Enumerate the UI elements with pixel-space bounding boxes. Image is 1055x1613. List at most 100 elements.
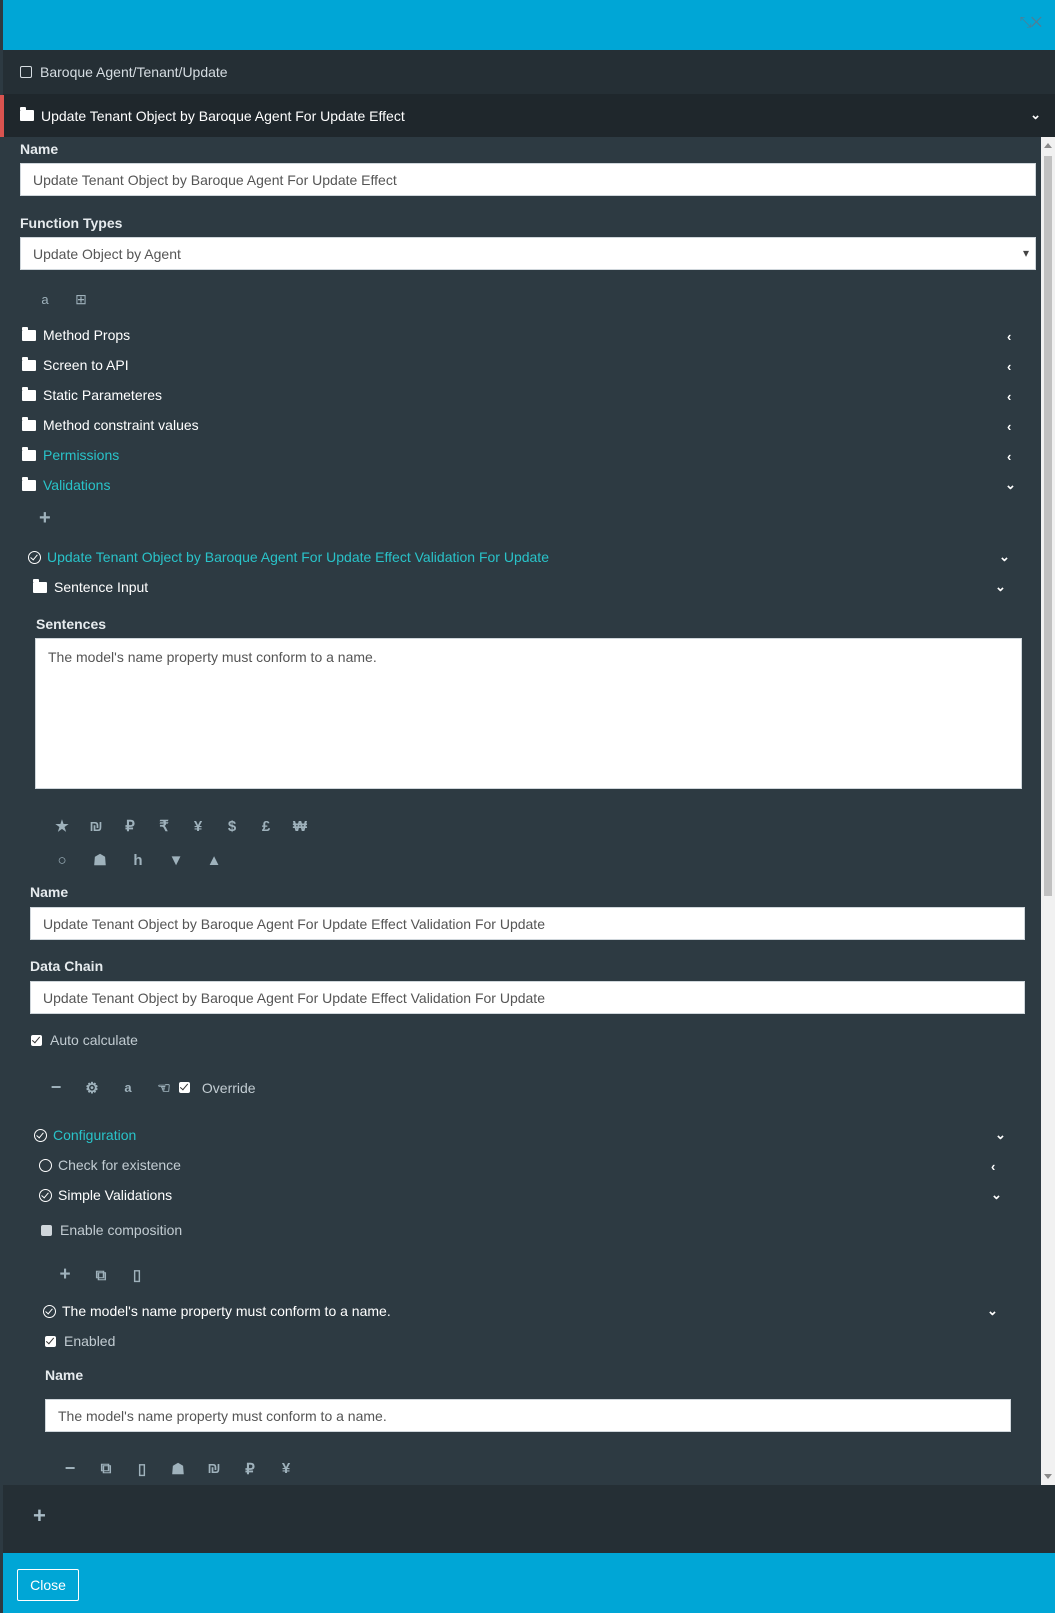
toolbar-icons: a ⊞	[37, 291, 89, 308]
scroll-up-icon[interactable]	[1044, 143, 1052, 148]
folder-icon	[22, 476, 36, 491]
check-existence-group[interactable]: Check for existence	[39, 1157, 181, 1173]
chevron-down-icon[interactable]: ⌄	[995, 579, 1006, 595]
minus-icon[interactable]: −	[47, 1077, 65, 1098]
folder-icon	[22, 356, 36, 371]
group-method-props[interactable]: Method Props	[22, 326, 130, 343]
rule-item[interactable]: The model's name property must conform t…	[43, 1303, 391, 1319]
plus-icon[interactable]: +	[57, 1264, 73, 1286]
plus-icon[interactable]: +	[33, 1503, 46, 1529]
page: ⤡✕ Baroque Agent/Tenant/Update Update Te…	[0, 0, 1055, 1613]
group-static-parameteres[interactable]: Static Parameteres	[22, 386, 162, 403]
chevron-left-icon[interactable]: ‹	[991, 1159, 995, 1174]
shekel-icon[interactable]: ₪	[85, 818, 107, 835]
section-header[interactable]: Update Tenant Object by Baroque Agent Fo…	[3, 94, 1055, 137]
chevron-left-icon[interactable]: ‹	[1007, 389, 1011, 404]
spy-icon[interactable]: ☗	[169, 1460, 187, 1478]
rule-title: The model's name property must conform t…	[62, 1303, 391, 1319]
close-button[interactable]: Close	[17, 1569, 79, 1601]
checkbox-checked[interactable]	[45, 1335, 56, 1347]
star-icon[interactable]: ★	[51, 817, 73, 835]
group-label: Method constraint values	[43, 417, 199, 433]
chevron-left-icon[interactable]: ‹	[1007, 359, 1011, 374]
rupee-icon[interactable]: ₹	[153, 817, 175, 835]
rule-name-input[interactable]: The model's name property must conform t…	[45, 1399, 1011, 1432]
function-types-select[interactable]: Update Object by Agent	[20, 237, 1036, 270]
chevron-down-icon[interactable]: ⌄	[999, 549, 1010, 565]
name-input[interactable]: Update Tenant Object by Baroque Agent Fo…	[20, 163, 1036, 196]
ruble-icon[interactable]: ₽	[241, 1460, 259, 1478]
section-title: Update Tenant Object by Baroque Agent Fo…	[41, 107, 405, 124]
won-icon[interactable]: ₩	[289, 818, 311, 835]
chevron-down-icon[interactable]: ⌄	[995, 1127, 1006, 1143]
name-label: Name	[20, 141, 59, 157]
group-screen-to-api[interactable]: Screen to API	[22, 356, 129, 373]
sentence-input-label: Sentence Input	[54, 579, 149, 595]
checkbox-checked[interactable]	[179, 1081, 190, 1093]
override-checkbox[interactable]: Override	[179, 1080, 256, 1096]
chevron-down-icon[interactable]: ⌄	[1005, 477, 1016, 493]
yen-icon[interactable]: ¥	[187, 818, 209, 835]
spy-icon[interactable]: ☗	[89, 851, 111, 869]
scroll-down-icon[interactable]	[1044, 1474, 1052, 1479]
pound-icon[interactable]: £	[255, 818, 277, 835]
validation-title: Update Tenant Object by Baroque Agent Fo…	[47, 549, 549, 565]
cogs-icon[interactable]: ⚙	[83, 1079, 101, 1097]
warning-icon[interactable]: ▲	[203, 852, 225, 869]
enabled-checkbox[interactable]: Enabled	[45, 1333, 115, 1349]
chevron-left-icon[interactable]: ‹	[1007, 329, 1011, 344]
sentences-textarea[interactable]: The model's name property must conform t…	[35, 638, 1022, 789]
chevron-down-icon[interactable]: ⌄	[987, 1303, 998, 1319]
chevron-left-icon[interactable]: ‹	[1007, 449, 1011, 464]
shekel-icon[interactable]: ₪	[205, 1460, 223, 1477]
circle-icon[interactable]: ○	[51, 852, 73, 869]
copy-icon[interactable]: ⧉	[97, 1460, 115, 1477]
yen-icon[interactable]: ¥	[277, 1460, 295, 1477]
hand-icon[interactable]: ☜	[155, 1079, 173, 1097]
enable-composition-checkbox[interactable]: Enable composition	[41, 1222, 182, 1238]
group-method-constraint-values[interactable]: Method constraint values	[22, 416, 199, 433]
close-icon[interactable]: ⤡✕	[1020, 14, 1042, 31]
group-validations[interactable]: Validations	[22, 476, 111, 493]
folder-icon	[20, 107, 34, 121]
group-label: Permissions	[43, 447, 120, 463]
configuration-group[interactable]: Configuration	[34, 1127, 136, 1143]
chevron-down-icon[interactable]: ⌄	[1030, 107, 1041, 123]
chair-icon[interactable]: h	[127, 852, 149, 869]
sentence-toolbar-2: ○ ☗ h ▼ ▲	[51, 851, 225, 870]
add-validation-button[interactable]: +	[39, 507, 51, 530]
amazon-icon[interactable]: a	[37, 292, 53, 307]
group-permissions[interactable]: Permissions	[22, 446, 120, 463]
data-chain-input[interactable]: Update Tenant Object by Baroque Agent Fo…	[30, 981, 1025, 1014]
sentence-input-group[interactable]: Sentence Input	[33, 578, 149, 595]
scrollbar[interactable]	[1041, 137, 1055, 1485]
clipboard-icon[interactable]: ▯	[133, 1460, 151, 1478]
copy-icon[interactable]: ⧉	[93, 1267, 109, 1284]
simple-validations-group[interactable]: Simple Validations	[39, 1187, 172, 1203]
amazon-icon[interactable]: a	[119, 1080, 137, 1095]
group-label: Validations	[43, 477, 111, 493]
dollar-icon[interactable]: $	[221, 818, 243, 835]
chevron-left-icon[interactable]: ‹	[1007, 419, 1011, 434]
filter-icon[interactable]: ▼	[165, 852, 187, 869]
sentence-toolbar: ★ ₪ ₽ ₹ ¥ $ £ ₩	[51, 817, 311, 836]
breadcrumb: Baroque Agent/Tenant/Update	[3, 50, 1055, 94]
chevron-down-icon[interactable]: ⌄	[991, 1187, 1002, 1203]
circle-icon	[39, 1158, 52, 1172]
modal-body[interactable]: Name Update Tenant Object by Baroque Age…	[3, 137, 1055, 1485]
scroll-thumb[interactable]	[1044, 156, 1052, 896]
sitemap-icon[interactable]: ⊞	[73, 291, 89, 308]
check-existence-label: Check for existence	[58, 1157, 181, 1173]
validation-item[interactable]: Update Tenant Object by Baroque Agent Fo…	[28, 549, 549, 565]
minus-icon[interactable]: −	[61, 1458, 79, 1479]
modal-dialog: ⤡✕ Baroque Agent/Tenant/Update Update Te…	[3, 0, 1055, 1613]
rule-actions: − ⧉ ▯ ☗ ₪ ₽ ¥	[61, 1458, 295, 1479]
ruble-icon[interactable]: ₽	[119, 817, 141, 835]
breadcrumb-checkbox[interactable]	[20, 66, 32, 78]
checkbox-checked[interactable]	[31, 1034, 42, 1046]
auto-calculate-checkbox[interactable]: Auto calculate	[31, 1032, 138, 1048]
checkbox-unchecked[interactable]	[41, 1224, 52, 1236]
background-page-accent	[0, 95, 4, 137]
validation-name-input[interactable]: Update Tenant Object by Baroque Agent Fo…	[30, 907, 1025, 940]
clipboard-icon[interactable]: ▯	[129, 1266, 145, 1284]
